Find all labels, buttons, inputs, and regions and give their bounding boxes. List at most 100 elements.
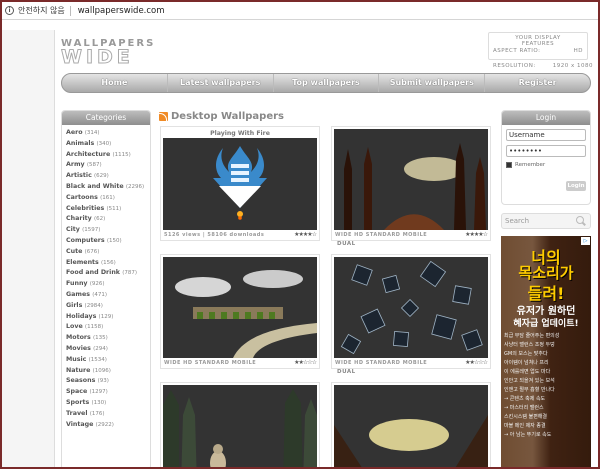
category-name[interactable]: Computers [66,237,105,244]
nav-top-wallpapers[interactable]: Top wallpapers [274,74,380,92]
remember-checkbox[interactable] [506,162,512,168]
category-item[interactable]: Cute (676) [66,247,150,258]
nav-home[interactable]: Home [62,74,168,92]
wallpaper-card[interactable]: WIDE HD STANDARD MOBILE ★★☆☆☆ [331,254,491,369]
wallpaper-card[interactable]: WIDE HD STANDARD MOBILE ★★☆☆☆ [160,254,320,369]
category-name[interactable]: Artistic [66,172,92,179]
category-name[interactable]: Seasons [66,377,95,384]
category-name[interactable]: Games [66,291,90,298]
resolution-links[interactable]: WIDE HD STANDARD MOBILE [164,359,256,366]
password-field[interactable] [506,145,586,157]
security-label[interactable]: 안전하지 않음 [18,5,65,16]
category-name[interactable]: Celebrities [66,205,104,212]
category-item[interactable]: Vintage (2922) [66,420,150,431]
category-item[interactable]: Food and Drink (787) [66,268,150,279]
url-text[interactable]: wallpaperswide.com [78,6,165,16]
wallpaper-thumbnail[interactable] [163,257,317,358]
category-count: (2922) [95,421,114,428]
wallpaper-thumbnail[interactable] [163,385,317,467]
category-name[interactable]: Animals [66,140,94,147]
category-name[interactable]: Love [66,323,83,330]
info-icon[interactable]: i [5,6,14,15]
rating-stars[interactable]: ★★☆☆☆ [465,359,488,366]
resolution-links[interactable]: WIDE HD STANDARD MOBILE [335,359,427,366]
login-button[interactable]: Login [566,181,586,191]
wallpaper-thumbnail[interactable] [334,385,488,467]
wallpaper-thumbnail[interactable] [334,129,488,230]
category-name[interactable]: Elements [66,259,99,266]
category-name[interactable]: Motors [66,334,91,341]
category-item[interactable]: Computers (150) [66,236,150,247]
category-name[interactable]: Aero [66,129,83,136]
category-item[interactable]: Aero (314) [66,128,150,139]
advertisement-banner[interactable]: ▷ 너의 목소리가 들려! 유저가 원하던 혜자급 업데이트! 최급 부담 줄어… [501,236,591,467]
category-item[interactable]: Funny (926) [66,279,150,290]
category-name[interactable]: Girls [66,302,82,309]
search-input[interactable]: Search [502,217,575,225]
category-name[interactable]: Space [66,388,87,395]
category-name[interactable]: Architecture [66,151,110,158]
category-item[interactable]: Holidays (129) [66,312,150,323]
category-name[interactable]: Food and Drink [66,269,120,276]
category-name[interactable]: Charity [66,215,92,222]
category-name[interactable]: Nature [66,367,90,374]
category-item[interactable]: Seasons (93) [66,376,150,387]
nav-register[interactable]: Register [485,74,590,92]
rating-stars[interactable]: ★★★★☆ [465,231,488,238]
nav-latest-wallpapers[interactable]: Latest wallpapers [168,74,274,92]
dual-link[interactable]: DUAL [337,369,356,375]
wallpaper-card[interactable]: WIDE HD STANDARD MOBILE ★★★★☆ [331,126,491,241]
logo-bottom-text: WIDE [61,46,134,68]
category-item[interactable]: Girls (2984) [66,301,150,312]
category-name[interactable]: Movies [66,345,91,352]
categories-title: Categories [62,111,150,125]
category-item[interactable]: Sports (130) [66,398,150,409]
dual-link[interactable]: DUAL [337,241,356,247]
category-item[interactable]: Celebrities (511) [66,204,150,215]
category-name[interactable]: Holidays [66,313,96,320]
resolution-links[interactable]: WIDE HD STANDARD MOBILE [335,231,427,238]
category-item[interactable]: Games (471) [66,290,150,301]
category-item[interactable]: Army (587) [66,160,150,171]
rss-icon[interactable] [159,112,168,121]
search-box[interactable]: Search [501,213,591,229]
category-item[interactable]: Love (1158) [66,322,150,333]
category-name[interactable]: Black and White [66,183,124,190]
category-item[interactable]: Architecture (1115) [66,150,150,161]
wallpaper-title[interactable]: Playing With Fire [163,129,317,138]
wallpaper-thumbnail[interactable] [163,138,317,230]
category-item[interactable]: Motors (135) [66,333,150,344]
category-item[interactable]: Black and White (2296) [66,182,150,193]
category-item[interactable]: Space (1297) [66,387,150,398]
category-item[interactable]: Animals (340) [66,139,150,150]
category-name[interactable]: Music [66,356,86,363]
category-name[interactable]: Vintage [66,421,93,428]
category-item[interactable]: Artistic (629) [66,171,150,182]
wallpaper-card[interactable] [160,382,320,467]
wallpaper-thumbnail[interactable] [334,257,488,358]
category-item[interactable]: Nature (1096) [66,366,150,377]
category-item[interactable]: Music (1534) [66,355,150,366]
category-name[interactable]: Cartoons [66,194,98,201]
category-name[interactable]: Funny [66,280,88,287]
wallpaper-card[interactable]: Playing With Fire 5126 views | 58106 dow… [160,126,320,241]
search-icon[interactable] [575,215,587,227]
rating-stars[interactable]: ★★★★☆ [294,231,317,238]
category-name[interactable]: Cute [66,248,82,255]
category-name[interactable]: Travel [66,410,88,417]
category-item[interactable]: Cartoons (161) [66,193,150,204]
category-item[interactable]: Travel (176) [66,409,150,420]
address-bar[interactable]: i 안전하지 않음 wallpaperswide.com [2,2,598,20]
username-field[interactable] [506,129,586,141]
rating-stars[interactable]: ★★☆☆☆ [294,359,317,366]
category-name[interactable]: City [66,226,80,233]
category-item[interactable]: City (1597) [66,225,150,236]
category-item[interactable]: Movies (294) [66,344,150,355]
wallpaper-card[interactable] [331,382,491,467]
nav-submit-wallpapers[interactable]: Submit wallpapers [379,74,486,92]
category-item[interactable]: Charity (62) [66,214,150,225]
category-item[interactable]: Elements (156) [66,258,150,269]
category-name[interactable]: Army [66,161,85,168]
site-logo[interactable]: WALLPAPERS WIDE [61,38,201,68]
category-name[interactable]: Sports [66,399,89,406]
